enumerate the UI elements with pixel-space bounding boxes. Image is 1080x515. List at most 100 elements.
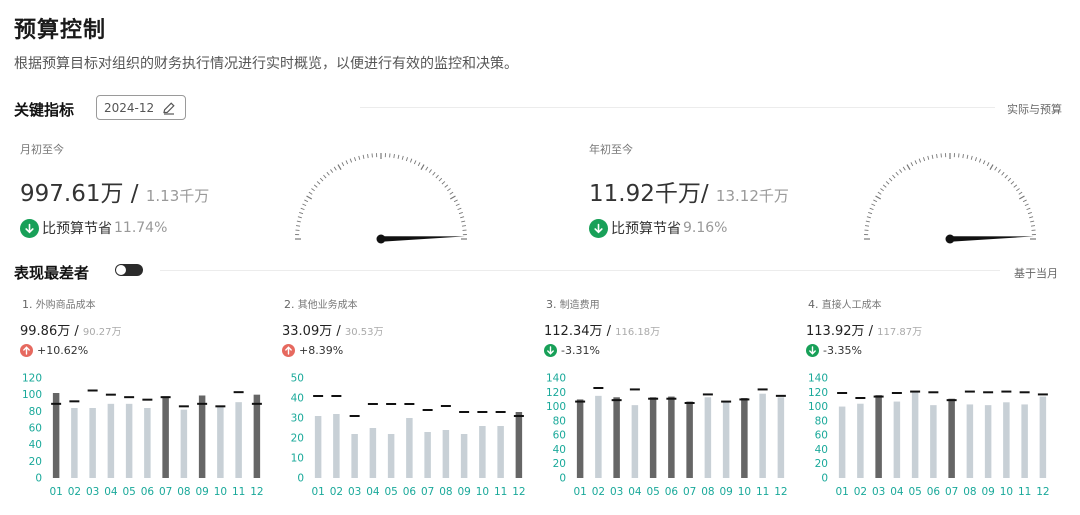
gauge-tick (873, 199, 878, 203)
x-tick-label: 06 (665, 486, 679, 498)
card-budget: 116.18万 (615, 327, 661, 338)
actual-bar (387, 434, 395, 478)
gauge-tick (892, 174, 896, 179)
y-tick-label: 60 (553, 430, 566, 442)
gauge-tick (866, 216, 871, 219)
gauge-tick (922, 157, 926, 162)
x-tick-label: 01 (49, 486, 62, 498)
divider (160, 270, 1000, 271)
gauge-tick (461, 225, 467, 227)
card-budget: 90.27万 (82, 327, 122, 338)
gauge-tick (865, 220, 870, 223)
mtd-save-pct: 11.74% (114, 220, 168, 236)
card-value: 99.86万 / 90.27万 (20, 320, 122, 339)
card-actual: 113.92万 (806, 324, 865, 339)
card-rank: 3. (546, 298, 557, 311)
worst-card-3[interactable]: 3. 制造费用 112.34万 / 116.18万 -3.31% 0 20 40 60… (534, 290, 796, 512)
edit-icon[interactable] (161, 100, 177, 116)
gauge-tick (914, 160, 918, 165)
gauge-tick (1029, 216, 1034, 219)
x-tick-label: 02 (592, 486, 605, 498)
card-separator: / (864, 324, 878, 339)
gauge-tick (345, 160, 349, 165)
gauge-tick (311, 188, 315, 192)
y-tick-label: 30 (291, 413, 304, 425)
actual-bar (235, 402, 242, 478)
card-change: -3.35% (806, 344, 862, 357)
y-tick-label: 10 (291, 453, 304, 465)
date-picker[interactable]: 2024-12 (96, 95, 186, 120)
y-tick-label: 20 (815, 458, 828, 470)
y-tick-label: 80 (815, 415, 828, 427)
worst-card-4[interactable]: 4. 直接人工成本 113.92万 / 117.87万 -3.35% 0 20 40… (796, 290, 1058, 512)
gauge-tick (353, 157, 357, 162)
worst-toggle[interactable] (115, 264, 143, 276)
x-tick-label: 07 (683, 486, 696, 498)
divider (360, 107, 995, 108)
key-metrics-heading: 关键指标 (14, 101, 75, 119)
actual-bar (948, 398, 955, 478)
actual-bar (686, 401, 693, 478)
actual-bar (893, 401, 901, 478)
y-tick-label: 120 (546, 387, 566, 399)
gauge-tick (895, 171, 899, 176)
mtd-label: 月初至今 (20, 143, 64, 156)
card-value: 33.09万 / 30.53万 (282, 320, 384, 339)
y-tick-label: 40 (29, 439, 42, 451)
gauge-tick (455, 203, 460, 207)
gauge-tick (457, 207, 462, 211)
based-on-month-link[interactable]: 基于当月 (1014, 265, 1058, 281)
gauge-tick (299, 211, 304, 215)
gauge-tick (997, 169, 1001, 173)
worst-card-2[interactable]: 2. 其他业务成本 33.09万 / 30.53万 +8.39% 0 10 20 30… (272, 290, 534, 512)
gauge-tick (362, 154, 365, 159)
actual-bar (107, 403, 115, 478)
actual-bar (144, 408, 151, 478)
x-tick-label: 03 (610, 486, 623, 498)
x-tick-label: 11 (494, 486, 507, 498)
gauge-tick (458, 211, 463, 215)
x-tick-label: 09 (981, 486, 994, 498)
actual-bar (351, 434, 358, 478)
y-tick-label: 50 (291, 373, 304, 385)
actual-bar (497, 426, 504, 478)
gauge-tick (994, 166, 998, 171)
gauge-tick (906, 164, 911, 171)
arrow-down-icon (589, 218, 608, 238)
x-tick-label: 02 (330, 486, 343, 498)
gauge-tick (302, 203, 307, 207)
gauge-tick (413, 160, 417, 165)
gauge-tick (880, 188, 884, 192)
gauge-tick (1001, 171, 1005, 176)
x-tick-label: 06 (141, 486, 155, 498)
actual-bar (71, 408, 78, 478)
ytd-value: 11.92千万/ 13.12千万 (589, 174, 789, 208)
ytd-save-label: 比预算节省 (611, 221, 681, 237)
arrow-down-icon (20, 218, 39, 238)
gauge-tick (420, 164, 425, 171)
card-change-pct: +8.39% (299, 344, 344, 357)
gauge-tick (449, 191, 454, 195)
gauge-tick (970, 155, 973, 160)
actual-vs-budget-link[interactable]: 实际与预算 (1007, 101, 1062, 117)
x-tick-label: 07 (421, 486, 434, 498)
actual-bar (984, 405, 992, 478)
actual-bar (857, 403, 864, 478)
gauge-tick (425, 166, 429, 171)
gauge-tick (417, 162, 421, 167)
gauge-tick (367, 153, 369, 159)
x-tick-label: 08 (701, 486, 714, 498)
actual-bar (460, 434, 468, 478)
gauge-tick (409, 158, 413, 163)
y-tick-label: 40 (291, 393, 304, 405)
worst-card-1[interactable]: 1. 外购商品成本 99.86万 / 90.27万 +10.62% 0 20 40 6… (10, 290, 272, 512)
y-tick-label: 140 (808, 373, 828, 385)
mtd-value: 997.61万 / 1.13千万 (20, 174, 209, 208)
actual-bar (162, 396, 169, 478)
actual-bar (406, 418, 413, 478)
actual-bar (741, 398, 748, 478)
y-tick-label: 60 (29, 423, 42, 435)
actual-bar (369, 428, 377, 478)
card-change-pct: +10.62% (37, 344, 89, 357)
card-actual: 99.86万 (20, 324, 71, 339)
